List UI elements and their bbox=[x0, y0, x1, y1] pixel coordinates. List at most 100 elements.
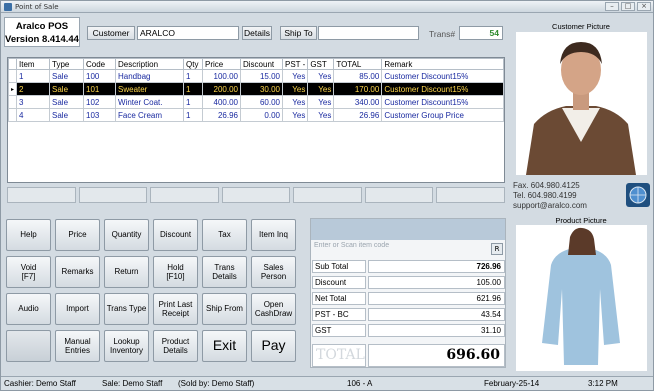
details-button[interactable]: Details bbox=[242, 26, 272, 40]
table-row[interactable]: 4 Sale 103 Face Cream 1 26.96 0.00 Yes Y… bbox=[8, 108, 504, 122]
col-remark[interactable]: Remark bbox=[381, 58, 504, 70]
quantity-label: Quantity bbox=[111, 230, 142, 240]
open-cashdraw-button[interactable]: Open CashDraw bbox=[251, 293, 296, 325]
col-pst[interactable]: PST - bbox=[281, 58, 309, 70]
trans-label: Trans# bbox=[429, 29, 456, 39]
col-type[interactable]: Type bbox=[49, 58, 84, 70]
ship-to-field[interactable] bbox=[318, 26, 419, 40]
items-grid[interactable]: Item Type Code Description Qty Price Dis… bbox=[7, 57, 505, 183]
cell-code: 102 bbox=[83, 95, 116, 109]
print-last-receipt-sublabel: Receipt bbox=[161, 309, 190, 318]
cell-remark: Customer Discount15% bbox=[381, 82, 504, 96]
table-row-selected[interactable]: ▸ 2 Sale 101 Sweater 1 200.00 30.00 Yes … bbox=[8, 82, 504, 96]
exit-label: Exit bbox=[212, 337, 237, 354]
cell-code: 103 bbox=[83, 108, 116, 122]
trans-type-button[interactable]: Trans Type bbox=[104, 293, 149, 325]
r-button[interactable]: R bbox=[491, 243, 503, 255]
void-sublabel: [F7] bbox=[21, 272, 36, 281]
pay-button[interactable]: Pay bbox=[251, 330, 296, 362]
cell-qty: 1 bbox=[183, 95, 203, 109]
customer-picture bbox=[516, 32, 647, 175]
summary-cell bbox=[436, 187, 506, 203]
row-selector[interactable] bbox=[8, 95, 17, 109]
row-selector-arrow-icon[interactable]: ▸ bbox=[8, 82, 17, 96]
cell-qty: 1 bbox=[183, 69, 203, 83]
product-details-button[interactable]: Product Details bbox=[153, 330, 198, 362]
return-button[interactable]: Return bbox=[104, 256, 149, 288]
remarks-button[interactable]: Remarks bbox=[55, 256, 100, 288]
open-cashdraw-sublabel: CashDraw bbox=[254, 309, 293, 318]
function-button-pad: Help Price Quantity Discount Tax Item Inq Void… bbox=[6, 219, 303, 367]
product-photo-icon bbox=[516, 225, 647, 371]
pst-row: PST - BC 43.54 bbox=[311, 308, 505, 322]
lookup-inventory-button[interactable]: Lookup Inventory bbox=[104, 330, 149, 362]
ship-from-button[interactable]: Ship From bbox=[202, 293, 247, 325]
audio-button[interactable]: Audio bbox=[6, 293, 51, 325]
col-description[interactable]: Description bbox=[115, 58, 184, 70]
close-icon[interactable]: × bbox=[637, 2, 651, 11]
quantity-button[interactable]: Quantity bbox=[104, 219, 149, 251]
tax-button[interactable]: Tax bbox=[202, 219, 247, 251]
price-button[interactable]: Price bbox=[55, 219, 100, 251]
col-gst[interactable]: GST bbox=[307, 58, 335, 70]
minimize-icon[interactable]: – bbox=[605, 2, 619, 11]
help-button[interactable]: Help bbox=[6, 219, 51, 251]
col-code[interactable]: Code bbox=[83, 58, 116, 70]
cell-discount: 60.00 bbox=[240, 95, 283, 109]
import-button[interactable]: Import bbox=[55, 293, 100, 325]
logo-title: Aralco POS bbox=[15, 21, 69, 32]
scan-input[interactable] bbox=[311, 219, 505, 240]
hold-sublabel: [F10] bbox=[166, 272, 185, 281]
product-details-label: Product bbox=[161, 336, 190, 346]
row-selector[interactable] bbox=[8, 69, 17, 83]
summary-cell bbox=[364, 187, 434, 203]
customer-field[interactable]: ARALCO bbox=[137, 26, 239, 40]
grand-total-value: 696.60 bbox=[368, 344, 505, 367]
col-qty[interactable]: Qty bbox=[183, 58, 203, 70]
sales-person-button[interactable]: Sales Person bbox=[251, 256, 296, 288]
customer-picture-label: Customer Picture bbox=[552, 22, 610, 31]
product-picture-label: Product Picture bbox=[555, 216, 607, 225]
subtotal-row: Sub Total 726.96 bbox=[311, 260, 505, 274]
cell-description: Face Cream bbox=[115, 108, 184, 122]
print-last-receipt-label: Print Last bbox=[158, 299, 193, 309]
ship-to-button[interactable]: Ship To bbox=[280, 26, 317, 40]
col-price[interactable]: Price bbox=[202, 58, 241, 70]
col-discount[interactable]: Discount bbox=[240, 58, 283, 70]
manual-entries-button[interactable]: Manual Entries bbox=[55, 330, 100, 362]
gst-label: GST bbox=[312, 324, 366, 337]
trans-details-button[interactable]: Trans Details bbox=[202, 256, 247, 288]
exit-button[interactable]: Exit bbox=[202, 330, 247, 362]
support-email: support@aralco.com bbox=[513, 201, 587, 210]
cell-qty: 1 bbox=[183, 82, 203, 96]
cell-discount: 0.00 bbox=[240, 108, 283, 122]
col-total[interactable]: TOTAL bbox=[333, 58, 383, 70]
remarks-label: Remarks bbox=[61, 267, 94, 277]
trans-details-label: Trans bbox=[214, 262, 235, 272]
hold-button[interactable]: Hold [F10] bbox=[153, 256, 198, 288]
price-label: Price bbox=[68, 230, 87, 240]
cell-discount: 30.00 bbox=[240, 82, 283, 96]
cell-type: Sale bbox=[49, 108, 84, 122]
grand-total-row: TOTAL 696.60 bbox=[311, 344, 505, 368]
discount-row: Discount 105.00 bbox=[311, 276, 505, 290]
blank-button[interactable] bbox=[6, 330, 51, 362]
maximize-icon[interactable]: □ bbox=[621, 2, 635, 11]
sales-person-label: Sales bbox=[263, 262, 284, 272]
cell-item: 2 bbox=[16, 82, 50, 96]
customer-button[interactable]: Customer bbox=[87, 26, 135, 40]
table-row[interactable]: 3 Sale 102 Winter Coat. 1 400.00 60.00 Y… bbox=[8, 95, 504, 109]
import-label: Import bbox=[66, 304, 89, 314]
row-selector[interactable] bbox=[8, 108, 17, 122]
item-inq-button[interactable]: Item Inq bbox=[251, 219, 296, 251]
col-item[interactable]: Item bbox=[16, 58, 50, 70]
product-picture bbox=[516, 225, 647, 371]
net-total-row: Net Total 621.96 bbox=[311, 292, 505, 306]
void-button[interactable]: Void [F7] bbox=[6, 256, 51, 288]
cell-remark: Customer Discount15% bbox=[381, 69, 504, 83]
discount-button[interactable]: Discount bbox=[153, 219, 198, 251]
summary-cell bbox=[150, 187, 219, 203]
table-row[interactable]: 1 Sale 100 Handbag 1 100.00 15.00 Yes Ye… bbox=[8, 69, 504, 83]
print-last-receipt-button[interactable]: Print Last Receipt bbox=[153, 293, 198, 325]
grand-total-label: TOTAL bbox=[312, 344, 366, 367]
